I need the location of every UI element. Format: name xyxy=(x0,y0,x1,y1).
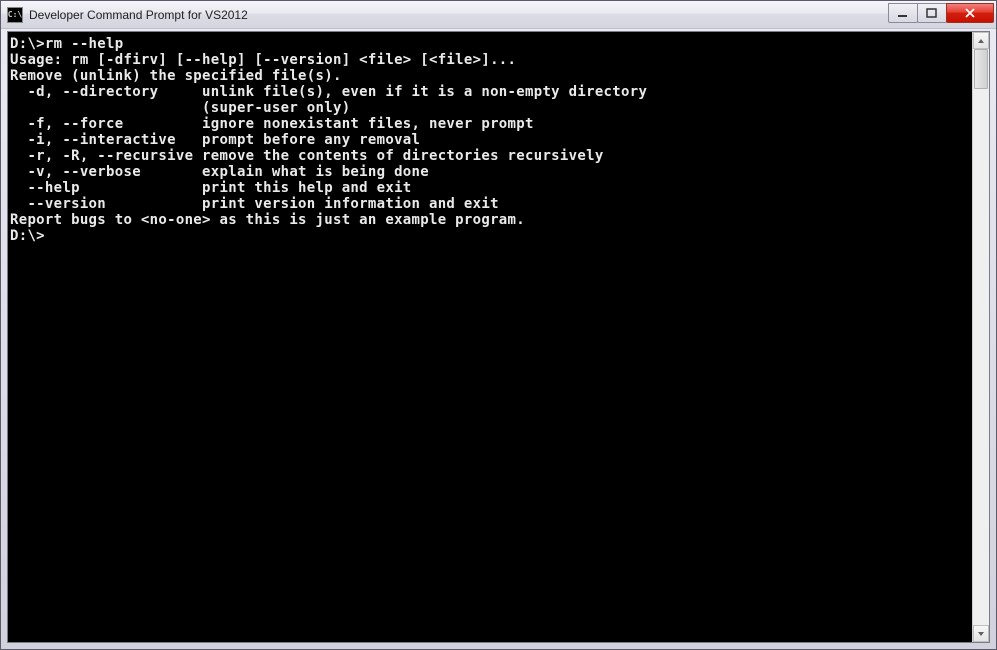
chevron-up-icon xyxy=(977,38,985,44)
titlebar[interactable]: C:\ Developer Command Prompt for VS2012 xyxy=(1,1,996,29)
terminal-line: Remove (unlink) the specified file(s). xyxy=(10,68,970,84)
terminal-line: -f, --force ignore nonexistant files, ne… xyxy=(10,116,970,132)
window-title: Developer Command Prompt for VS2012 xyxy=(29,8,889,22)
terminal-line: (super-user only) xyxy=(10,100,970,116)
window-frame: C:\ Developer Command Prompt for VS2012 … xyxy=(0,0,997,650)
terminal-line: D:\> xyxy=(10,228,970,244)
scroll-thumb[interactable] xyxy=(974,49,988,89)
maximize-button[interactable] xyxy=(917,3,947,23)
chevron-down-icon xyxy=(977,631,985,637)
terminal-line: Usage: rm [-dfirv] [--help] [--version] … xyxy=(10,52,970,68)
vertical-scrollbar[interactable] xyxy=(972,32,989,642)
terminal-line: Report bugs to <no-one> as this is just … xyxy=(10,212,970,228)
terminal-line: -r, -R, --recursive remove the contents … xyxy=(10,148,970,164)
scroll-up-button[interactable] xyxy=(973,32,989,49)
terminal-line: --version print version information and … xyxy=(10,196,970,212)
terminal-line: -i, --interactive prompt before any remo… xyxy=(10,132,970,148)
close-icon xyxy=(964,8,976,18)
client-area: D:\>rm --helpUsage: rm [-dfirv] [--help]… xyxy=(7,31,990,643)
scroll-down-button[interactable] xyxy=(973,625,989,642)
terminal-line: -d, --directory unlink file(s), even if … xyxy=(10,84,970,100)
terminal-line: -v, --verbose explain what is being done xyxy=(10,164,970,180)
terminal-line: D:\>rm --help xyxy=(10,36,970,52)
app-icon: C:\ xyxy=(7,7,23,23)
maximize-icon xyxy=(926,8,938,18)
terminal-output[interactable]: D:\>rm --helpUsage: rm [-dfirv] [--help]… xyxy=(8,32,972,642)
minimize-icon xyxy=(897,8,909,18)
scroll-track[interactable] xyxy=(973,49,989,625)
minimize-button[interactable] xyxy=(888,3,918,23)
window-controls xyxy=(889,3,994,23)
close-button[interactable] xyxy=(946,3,994,23)
terminal-line: --help print this help and exit xyxy=(10,180,970,196)
